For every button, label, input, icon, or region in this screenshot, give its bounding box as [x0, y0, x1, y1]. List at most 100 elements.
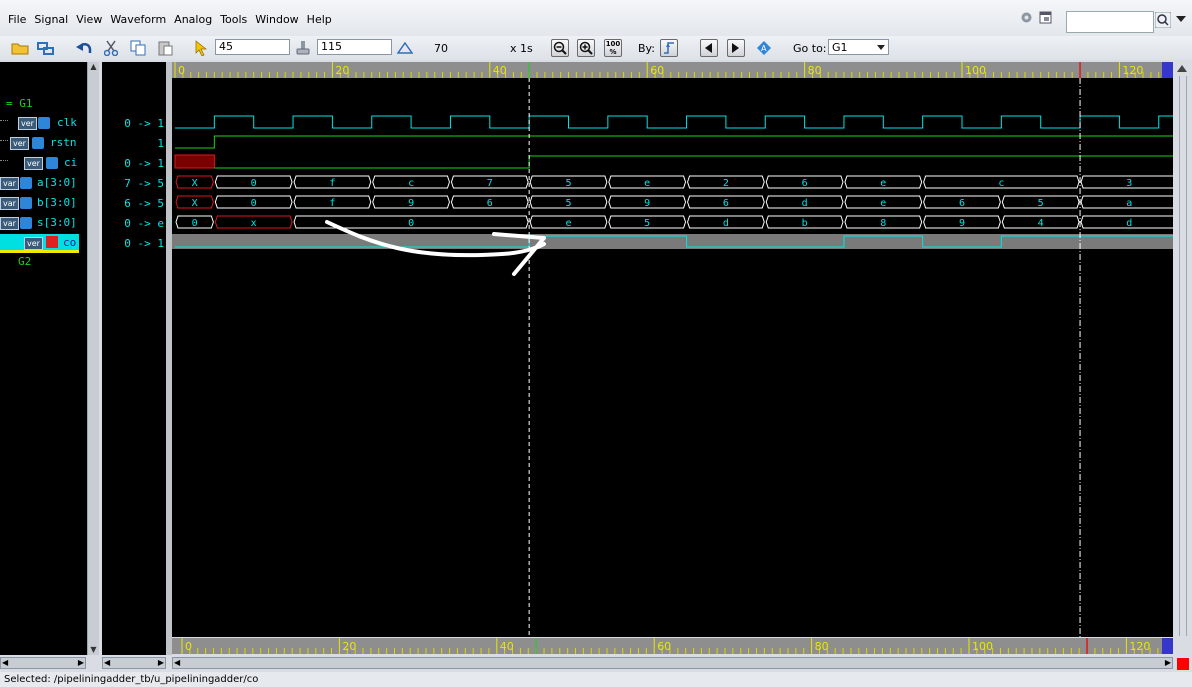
wave-clk	[175, 115, 1173, 129]
group-g1-label[interactable]: = G1	[6, 97, 33, 110]
marker-icon	[296, 41, 310, 55]
wave-b-value: 5	[1038, 198, 1044, 209]
goto-select[interactable]: G1	[828, 39, 889, 55]
signal-type-badge: ver	[24, 237, 43, 250]
wave-a-value: c	[998, 178, 1004, 189]
zoom-in-button[interactable]	[577, 39, 595, 57]
copy-button[interactable]	[128, 38, 148, 58]
scroll-up-icon[interactable]	[1177, 64, 1187, 72]
search-dropdown-icon[interactable]	[1176, 16, 1186, 24]
settings-icon[interactable]	[1020, 11, 1033, 24]
time-ruler-bottom[interactable]: 0 20 40 60 80 100 120	[172, 638, 1173, 654]
wave-b-value: 9	[408, 198, 414, 209]
window-icons	[1020, 11, 1052, 24]
signal-name: s[3:0]	[37, 216, 77, 229]
ruler-label: 60	[657, 640, 671, 653]
ruler-label: 100	[972, 640, 993, 653]
window-layout-icon[interactable]	[1039, 11, 1052, 24]
goto-dropdown-icon	[877, 45, 885, 50]
scroll-left-icon[interactable]: ◀	[174, 658, 180, 667]
menu-view[interactable]: View	[72, 13, 106, 26]
waveform-vscroll[interactable]	[1173, 62, 1192, 655]
copy-icon	[130, 40, 146, 56]
reload-button[interactable]	[36, 38, 56, 58]
wave-s-value: d	[1126, 218, 1132, 229]
toolbar: 70 x 1s 100 % By: A Go to: G1	[0, 36, 1192, 86]
menu-waveform[interactable]: Waveform	[106, 13, 170, 26]
scroll-left-icon[interactable]: ◀	[104, 658, 110, 667]
menu-help[interactable]: Help	[303, 13, 336, 26]
wave-b-value: 6	[723, 198, 729, 209]
prev-edge-button[interactable]	[700, 39, 718, 57]
next-edge-button[interactable]	[727, 39, 745, 57]
wave-s-value: 8	[880, 218, 886, 229]
menu-tools[interactable]: Tools	[216, 13, 251, 26]
marker-time-input[interactable]	[317, 39, 392, 55]
name-panel-hscroll[interactable]: ◀ ▶	[0, 657, 86, 669]
value-panel-hscroll[interactable]: ◀ ▶	[102, 657, 166, 669]
marker-tool-button[interactable]	[293, 38, 313, 58]
undo-button[interactable]	[74, 38, 94, 58]
scroll-up-icon[interactable]: ▲	[88, 62, 99, 72]
waveform-hscroll[interactable]: ◀ ▶	[172, 657, 1173, 669]
menu-analog[interactable]: Analog	[170, 13, 216, 26]
by-edge-button[interactable]	[660, 39, 678, 57]
output-port-icon	[46, 236, 58, 248]
scroll-right-icon[interactable]: ▶	[158, 658, 164, 667]
signal-type-badge: ver	[24, 157, 43, 170]
signal-name-panel: = G1 ver clk ver rstn ver ci var a[3:0] …	[0, 62, 87, 655]
search-icon[interactable]	[1155, 12, 1171, 28]
scroll-track[interactable]	[1179, 76, 1187, 636]
time-ruler-top[interactable]: 0 20 40 60 80 100 120	[172, 62, 1173, 78]
signal-panel-scrollbar[interactable]: ▲ ▼	[87, 62, 99, 655]
annotate-button[interactable]: A	[754, 38, 774, 58]
signal-value-panel: 0 -> 1 1 0 -> 1 7 -> 5 6 -> 5 0 -> e 0 -…	[102, 62, 166, 655]
edge-icon	[664, 42, 674, 54]
paste-button[interactable]	[155, 38, 175, 58]
wave-b-value: e	[880, 198, 886, 209]
ruler-label: 40	[493, 64, 507, 77]
wave-a-value: f	[329, 178, 335, 189]
undo-icon	[76, 43, 92, 53]
ruler-end-block	[1162, 62, 1173, 78]
menu-file[interactable]: File	[4, 13, 30, 26]
wave-b-value: X	[192, 198, 198, 209]
signal-type-badge: var	[0, 217, 19, 230]
wave-b-value: d	[802, 198, 808, 209]
zoom-100-button[interactable]: 100 %	[604, 39, 622, 57]
scroll-right-icon[interactable]: ▶	[1165, 658, 1171, 667]
ruler-label: 60	[650, 64, 664, 77]
cut-button[interactable]	[101, 38, 121, 58]
waveform-view[interactable]: X0fc75e26ec3X0f96596de65a0x0e5db894d	[172, 78, 1173, 637]
delta-button[interactable]	[395, 38, 415, 58]
wave-rstn	[175, 135, 1173, 149]
scroll-right-icon[interactable]: ▶	[78, 658, 84, 667]
zoom-out-icon	[553, 41, 567, 55]
annotation-icon: A	[757, 41, 771, 55]
wave-s-value: 5	[644, 218, 650, 229]
input-port-icon	[20, 197, 32, 209]
open-folder-button[interactable]	[10, 38, 30, 58]
ruler-label: 80	[815, 640, 829, 653]
zoom-out-button[interactable]	[551, 39, 569, 57]
wave-s-value: 0	[408, 218, 414, 229]
selection-underline	[0, 250, 79, 253]
group-g1-name: G1	[19, 97, 33, 110]
signal-type-badge: var	[0, 177, 19, 190]
cursor-time-input[interactable]	[215, 39, 290, 55]
signal-name: ci	[64, 156, 78, 169]
cursor-tool-button[interactable]	[191, 38, 211, 58]
menu-window[interactable]: Window	[251, 13, 302, 26]
search-input[interactable]	[1066, 11, 1154, 33]
ruler-label: 0	[185, 640, 192, 653]
signal-value-s: 0 -> e	[124, 217, 164, 230]
ruler-label: 20	[342, 640, 356, 653]
triangle-right-icon	[732, 43, 739, 53]
goto-label: Go to:	[793, 42, 827, 55]
menu-signal[interactable]: Signal	[30, 13, 72, 26]
scroll-down-icon[interactable]: ▼	[88, 645, 99, 655]
error-indicator	[1177, 658, 1189, 670]
scroll-left-icon[interactable]: ◀	[2, 658, 8, 667]
ruler-end-block	[1162, 638, 1173, 654]
group-g2-label[interactable]: G2	[18, 255, 31, 268]
